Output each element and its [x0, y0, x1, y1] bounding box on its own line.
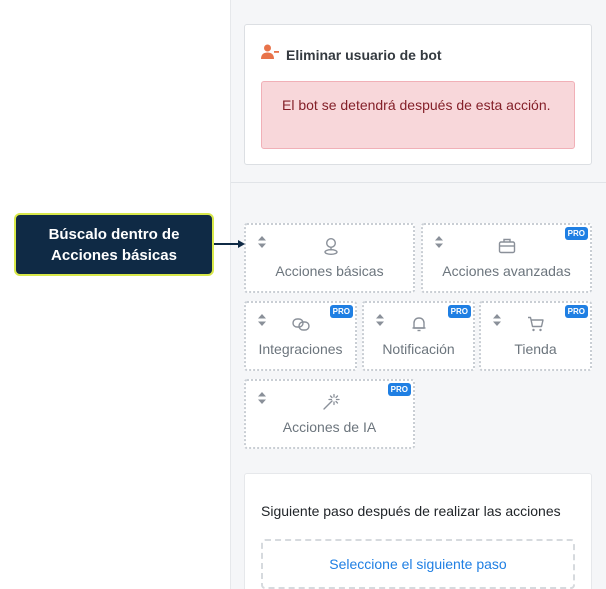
tile-acciones-avanzadas[interactable]: PRO Acciones avanzadas	[421, 223, 592, 293]
hint-callout: Búscalo dentro de Acciones básicas	[14, 213, 214, 276]
bell-icon	[412, 317, 426, 332]
tile-notificacion[interactable]: PRO Notificación	[362, 301, 475, 371]
action-header: Eliminar usuario de bot	[261, 44, 442, 65]
sort-handle-icon[interactable]	[258, 392, 266, 404]
location-pin-icon	[324, 237, 338, 255]
divider	[231, 182, 606, 183]
tile-label: Tienda	[514, 341, 557, 357]
tile-acciones-de-ia[interactable]: PRO Acciones de IA	[244, 379, 415, 449]
tile-label: Acciones básicas	[275, 263, 384, 279]
pro-badge: PRO	[447, 305, 471, 318]
pro-badge: PRO	[329, 305, 353, 318]
tile-acciones-basicas[interactable]: Acciones básicas	[244, 223, 415, 293]
callout-pointer-line	[214, 243, 240, 245]
toolbox-icon	[498, 238, 516, 254]
action-title: Eliminar usuario de bot	[286, 46, 442, 63]
pro-badge: PRO	[564, 227, 588, 240]
magic-wand-icon	[323, 393, 340, 410]
tile-label: Notificación	[382, 341, 455, 357]
sort-handle-icon[interactable]	[493, 314, 501, 326]
next-step-label: Siguiente paso después de realizar las a…	[261, 503, 561, 519]
remove-bot-user-action-card[interactable]: Eliminar usuario de bot El bot se detend…	[244, 24, 592, 165]
sort-handle-icon[interactable]	[435, 236, 443, 248]
next-step-card: Siguiente paso después de realizar las a…	[244, 473, 592, 589]
pro-badge: PRO	[564, 305, 588, 318]
sort-handle-icon[interactable]	[258, 314, 266, 326]
tile-integraciones[interactable]: PRO Integraciones	[244, 301, 357, 371]
link-icon	[292, 318, 310, 331]
tile-label: Integraciones	[258, 341, 343, 357]
select-next-step-button[interactable]: Seleccione el siguiente paso	[261, 539, 575, 589]
tile-label: Acciones avanzadas	[442, 263, 571, 279]
sort-handle-icon[interactable]	[376, 314, 384, 326]
tile-tienda[interactable]: PRO Tienda	[479, 301, 592, 371]
callout-arrow-icon	[238, 240, 245, 248]
sort-handle-icon[interactable]	[258, 236, 266, 248]
cart-icon	[528, 316, 544, 332]
user-minus-icon	[261, 44, 279, 65]
right-panel: Eliminar usuario de bot El bot se detend…	[230, 0, 606, 589]
warning-alert: El bot se detendrá después de esta acció…	[261, 81, 575, 149]
pro-badge: PRO	[387, 383, 411, 396]
tile-label: Acciones de IA	[282, 419, 377, 435]
